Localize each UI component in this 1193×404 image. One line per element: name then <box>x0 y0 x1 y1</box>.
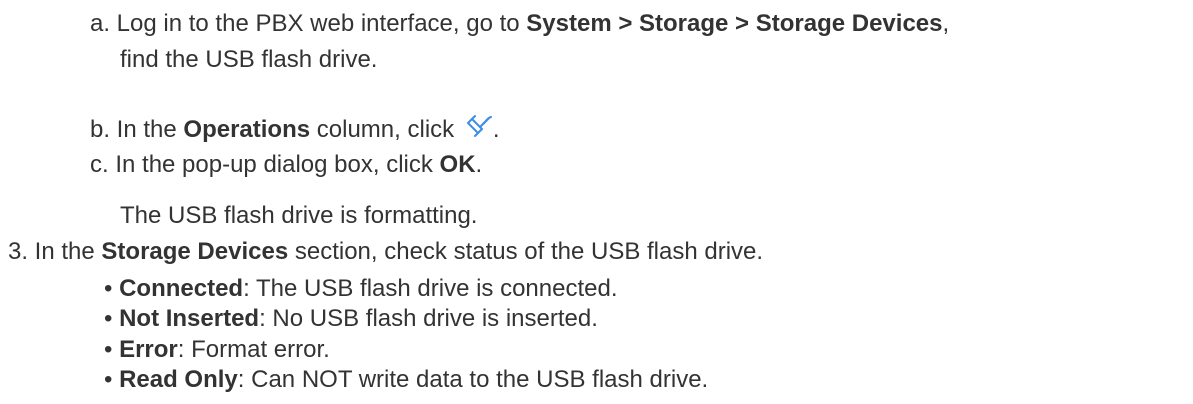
step-b-suffix: . <box>492 116 500 143</box>
status-term: Error <box>119 336 178 363</box>
step-3-prefix: 3. In the <box>8 238 102 265</box>
status-desc: : Format error. <box>177 336 330 363</box>
step-a-line1: a. Log in to the PBX web interface, go t… <box>90 10 949 38</box>
step-a-path: System > Storage > Storage Devices <box>526 10 943 37</box>
status-term: Read Only <box>119 366 238 393</box>
step-a-line2: find the USB flash drive. <box>120 46 377 74</box>
step-3: 3. In the Storage Devices section, check… <box>8 238 763 266</box>
step-b-mid: column, click <box>310 116 455 143</box>
format-brush-icon <box>465 113 493 146</box>
status-term: Not Inserted <box>119 305 260 332</box>
list-item: • Read Only: Can NOT write data to the U… <box>104 366 708 394</box>
status-term: Connected <box>119 275 244 302</box>
status-desc: : Can NOT write data to the USB flash dr… <box>237 366 709 393</box>
step-b-bold: Operations <box>183 116 311 143</box>
step-c-suffix: . <box>475 151 483 178</box>
step-3-suffix: section, check status of the USB flash d… <box>288 238 764 265</box>
step-a-cont: find the USB flash drive. <box>120 46 378 73</box>
list-item: • Connected: The USB flash drive is conn… <box>104 275 618 303</box>
step-c-bold: OK <box>439 151 476 178</box>
step-3-bold: Storage Devices <box>101 238 289 265</box>
step-result-text: The USB flash drive is formatting. <box>120 202 478 229</box>
list-item: • Error: Format error. <box>104 336 330 364</box>
list-item: • Not Inserted: No USB flash drive is in… <box>104 305 598 333</box>
step-a-suffix: , <box>942 10 950 37</box>
step-b: b. In the Operations column, click . <box>90 113 500 146</box>
bullet: • <box>104 366 120 393</box>
bullet: • <box>104 275 120 302</box>
step-result: The USB flash drive is formatting. <box>120 202 477 230</box>
status-desc: : No USB flash drive is inserted. <box>259 305 598 332</box>
step-c: c. In the pop-up dialog box, click OK. <box>90 151 482 179</box>
step-c-prefix: c. In the pop-up dialog box, click <box>90 151 440 178</box>
bullet: • <box>104 336 120 363</box>
step-b-prefix: b. In the <box>90 116 184 143</box>
bullet: • <box>104 305 120 332</box>
status-desc: : The USB flash drive is connected. <box>243 275 618 302</box>
step-a-prefix: a. Log in to the PBX web interface, go t… <box>90 10 527 37</box>
